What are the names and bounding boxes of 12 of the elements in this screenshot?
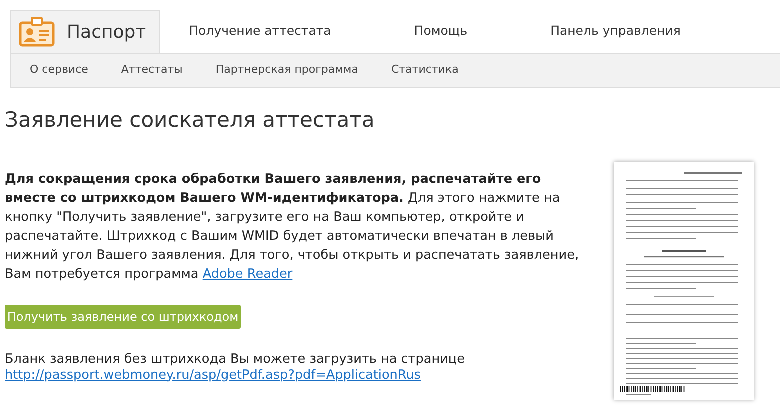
subnav-link[interactable]: Аттестаты (121, 62, 183, 79)
intro-paragraph: Для сокращения срока обработки Вашего заявления, распечатайте его вместе со штрихкодом Вашего WM-идентификатора. Для этого нажмите на кнопку "Получить заявление", загрузите его на Ваш компьютер, откройте и распечатайте. Штрихкод с Вашим WMID будет автоматически впечатан в левый нижний угол Вашего заявления. Для того, чтобы открыть и распечатать заявление, Вам потребуется программа Adobe Reader (5, 170, 580, 284)
id-badge-icon (19, 17, 55, 47)
adobe-reader-link[interactable]: Adobe Reader (202, 266, 293, 282)
page-heading: Заявление соискателя аттестата (5, 107, 376, 134)
note-text: Бланк заявления без штрихкода Вы можете загрузить на странице (5, 352, 466, 368)
pdf-link[interactable]: http://passport.webmoney.ru/asp/getPdf.asp?pdf=ApplicationRus (5, 368, 421, 384)
subnav-link[interactable]: Партнерская программа (216, 62, 358, 79)
subnav-link[interactable]: О сервисе (30, 62, 88, 79)
home-tab[interactable]: Паспорт (10, 10, 160, 53)
brand-title: Паспорт (67, 20, 146, 44)
subnav-link[interactable]: Статистика (391, 62, 459, 79)
